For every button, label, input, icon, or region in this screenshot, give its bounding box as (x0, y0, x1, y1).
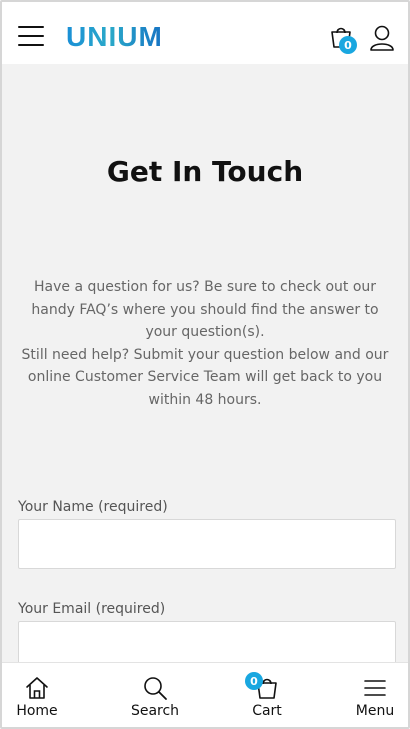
intro-paragraph-faq: Have a question for us? Be sure to check… (31, 279, 379, 340)
cart-icon: 0 (245, 672, 280, 701)
nav-menu-label: Menu (355, 703, 395, 719)
contact-content: Get In Touch Have a question for us? Be … (2, 64, 408, 671)
app-frame: UNIUM 0 Get In Touch Have a question for… (0, 0, 410, 729)
hamburger-menu-icon[interactable] (18, 26, 44, 46)
user-icon (370, 25, 394, 51)
nav-cart-badge: 0 (245, 672, 263, 690)
home-icon (24, 675, 50, 701)
menu-icon (362, 675, 388, 701)
nav-cart-label: Cart (252, 703, 282, 719)
nav-home-label: Home (16, 703, 58, 719)
intro-text: Have a question for us? Be sure to check… (14, 276, 396, 411)
brand-logo[interactable]: UNIUM (66, 21, 163, 53)
name-field-label: Your Name (required) (18, 499, 168, 515)
bottom-navigation: Home Search 0 Cart Menu (2, 662, 408, 727)
cart-count-badge: 0 (339, 36, 357, 54)
top-header: UNIUM 0 (2, 2, 408, 64)
nav-home[interactable]: Home (2, 663, 87, 727)
name-field[interactable] (18, 519, 396, 569)
intro-paragraph-help: Still need help? Submit your question be… (21, 346, 389, 408)
search-icon (142, 675, 168, 701)
nav-menu[interactable]: Menu (325, 663, 408, 727)
nav-search-label: Search (130, 703, 180, 719)
email-field-label: Your Email (required) (18, 601, 166, 617)
nav-search[interactable]: Search (105, 663, 205, 727)
account-button[interactable] (368, 24, 396, 52)
page-title: Get In Touch (106, 155, 304, 188)
nav-cart[interactable]: 0 Cart (217, 663, 317, 727)
header-cart-button[interactable]: 0 (326, 22, 360, 56)
